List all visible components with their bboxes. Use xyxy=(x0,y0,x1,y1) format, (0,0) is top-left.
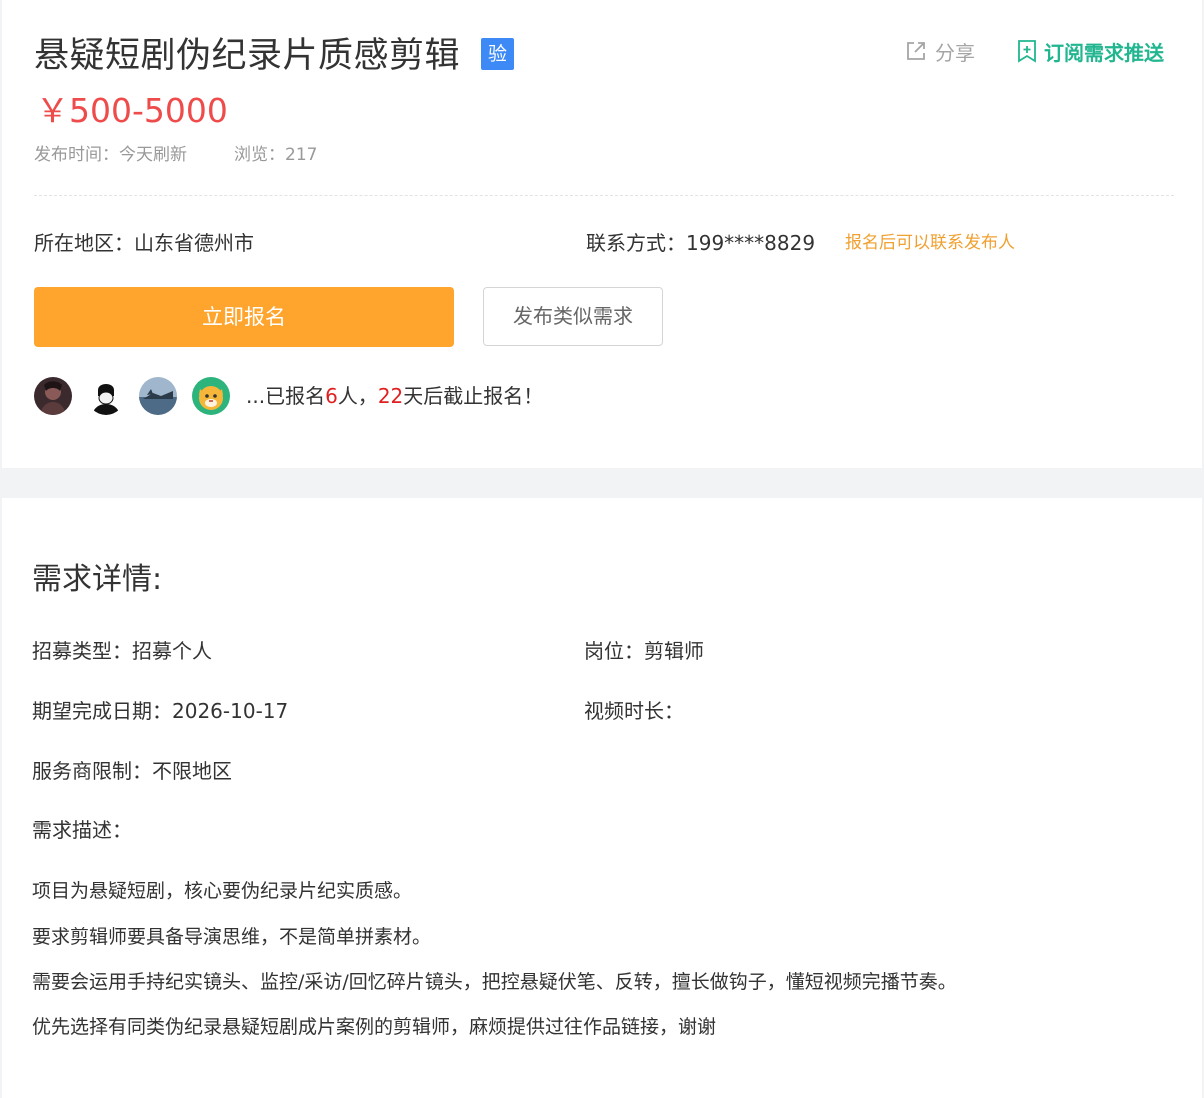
region-info: 所在地区：山东省德州市 xyxy=(34,231,254,255)
description-line: 要求剪辑师要具备导演思维，不是简单拼素材。 xyxy=(32,926,432,948)
days-left: 22 xyxy=(377,384,404,408)
publish-similar-button[interactable]: 发布类似需求 xyxy=(483,287,663,346)
recruit-type: 招募类型：招募个人 xyxy=(32,639,212,663)
contact-tip: 报名后可以联系发布人 xyxy=(845,233,1015,253)
signup-count: 6 xyxy=(325,384,338,408)
signup-button[interactable]: 立即报名 xyxy=(34,287,454,347)
contact-info: 联系方式：199****8829 xyxy=(586,231,816,255)
position: 岗位：剪辑师 xyxy=(584,639,704,663)
share-button[interactable]: 分享 xyxy=(905,36,975,66)
divider xyxy=(34,195,1174,196)
avatar xyxy=(87,377,125,415)
publish-time: 发布时间：今天刷新 xyxy=(34,145,187,165)
price-range: ￥500-5000 xyxy=(36,91,228,130)
signup-mid: 人， xyxy=(337,384,378,408)
view-count: 浏览：217 xyxy=(234,145,318,165)
avatar xyxy=(139,377,177,415)
signup-prefix: ...已报名 xyxy=(246,384,326,408)
page-title: 悬疑短剧伪纪录片质感剪辑 xyxy=(34,36,461,76)
description-label: 需求描述： xyxy=(32,818,132,842)
share-icon xyxy=(907,42,925,60)
signup-status: ...已报名6人，22天后截止报名！ xyxy=(246,382,543,410)
description-line: 需要会运用手持纪实镜头、监控/采访/回忆碎片镜头，把控悬疑伏笔、反转，擅长做钩子… xyxy=(32,971,957,993)
description-line: 项目为悬疑短剧，核心要伪纪录片纪实质感。 xyxy=(32,880,413,902)
expected-date: 期望完成日期：2026-10-17 xyxy=(32,699,289,723)
verified-badge: 验 xyxy=(481,38,514,70)
signup-suffix: 天后截止报名！ xyxy=(403,384,544,408)
demand-summary-card: 悬疑短剧伪纪录片质感剪辑 验 分享 订阅需求推送 ￥500-5000 发布时间：… xyxy=(2,0,1202,468)
demand-details-card xyxy=(2,498,1202,1098)
details-section-title: 需求详情: xyxy=(32,562,163,597)
share-label: 分享 xyxy=(935,40,975,65)
subscribe-label: 订阅需求推送 xyxy=(1044,40,1164,65)
avatar xyxy=(34,377,72,415)
subscribe-push-button[interactable]: 订阅需求推送 xyxy=(1016,36,1164,66)
video-duration: 视频时长： xyxy=(584,699,684,723)
avatar xyxy=(192,377,230,415)
description-line: 优先选择有同类伪纪录悬疑短剧成片案例的剪辑师，麻烦提供过往作品链接，谢谢 xyxy=(32,1016,717,1038)
provider-limit: 服务商限制：不限地区 xyxy=(32,759,232,783)
bookmark-plus-icon xyxy=(1018,40,1036,63)
